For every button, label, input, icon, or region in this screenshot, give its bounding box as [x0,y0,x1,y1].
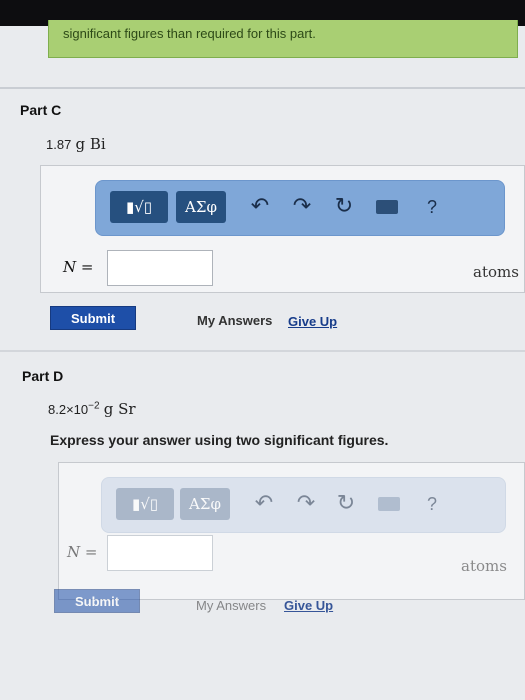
part-c-answer-input[interactable] [107,250,213,286]
feedback-banner: significant figures than required for th… [48,20,518,58]
part-c-symbols-button[interactable]: ΑΣφ [176,191,226,223]
part-d-question: 8.2×10−2 g Sr [48,400,136,418]
part-d-math-toolbar: ▮√▯ ΑΣφ ↶ ↷ ↻ ? [101,477,506,533]
help-icon[interactable]: ? [420,195,444,219]
undo-icon[interactable]: ↶ [252,492,276,516]
part-c-my-answers-link[interactable]: My Answers [197,313,272,328]
part-c-submit-button[interactable]: Submit [50,306,136,330]
section-divider-2 [0,350,525,352]
part-d-give-up-link[interactable]: Give Up [284,598,333,613]
part-c-answer-box: ▮√▯ ΑΣφ ↶ ↷ ↻ ? N = atoms [40,165,525,293]
part-c-question: 1.87 g Bi [46,135,106,153]
part-d-templates-button[interactable]: ▮√▯ [116,488,174,520]
part-d-title: Part D [22,368,64,384]
help-icon[interactable]: ? [420,492,444,516]
part-c-title: Part C [20,102,62,118]
part-c-templates-button[interactable]: ▮√▯ [110,191,168,223]
part-d-answer-input[interactable] [107,535,213,571]
part-d-symbols-button[interactable]: ΑΣφ [180,488,230,520]
part-d-variable-label: N = [67,543,98,561]
part-c-quantity: 1.87 [46,137,72,152]
part-c-math-toolbar: ▮√▯ ΑΣφ ↶ ↷ ↻ ? [95,180,505,236]
part-d-my-answers-link[interactable]: My Answers [196,598,266,613]
part-c-give-up-link[interactable]: Give Up [288,314,337,329]
undo-icon[interactable]: ↶ [248,195,272,219]
redo-icon[interactable]: ↷ [290,195,314,219]
part-d-answer-box: ▮√▯ ΑΣφ ↶ ↷ ↻ ? N = atoms [58,462,525,600]
part-d-instruction: Express your answer using two significan… [50,432,389,448]
section-divider [0,87,525,89]
part-c-units-label: atoms [473,263,519,281]
part-d-unit: g Sr [103,400,136,418]
redo-icon[interactable]: ↷ [294,492,318,516]
banner-text: significant figures than required for th… [63,26,316,41]
part-d-units-label: atoms [461,557,507,575]
reset-icon[interactable]: ↻ [332,195,356,219]
part-d-quantity-mantissa: 8.2×10 [48,402,89,417]
keyboard-icon[interactable] [376,200,398,214]
part-d-submit-button[interactable]: Submit [54,589,140,613]
part-c-variable-label: N = [63,258,94,276]
keyboard-icon[interactable] [378,497,400,511]
reset-icon[interactable]: ↻ [334,492,358,516]
part-d-quantity-exponent: −2 [88,400,100,412]
part-d-quantity: 8.2×10−2 [48,400,100,417]
part-c-unit: g Bi [75,135,106,153]
